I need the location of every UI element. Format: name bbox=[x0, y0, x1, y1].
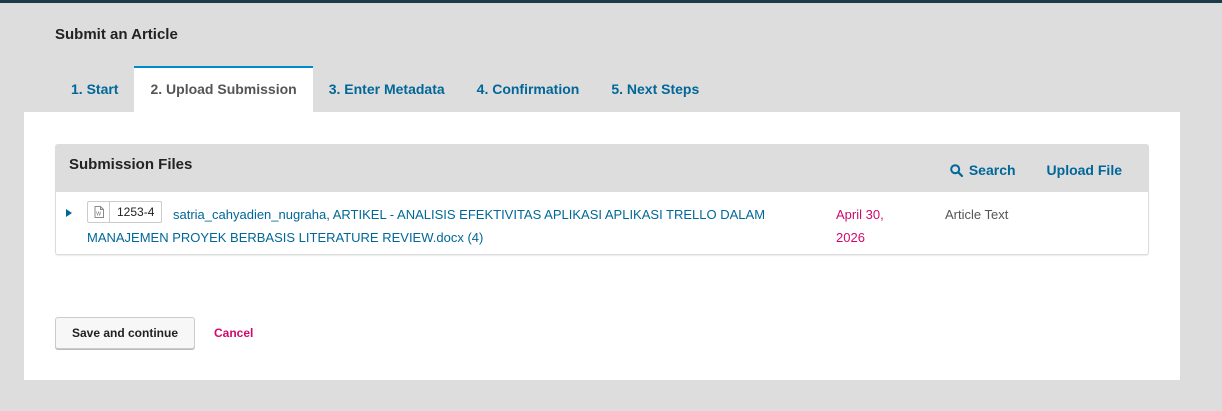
tab-start[interactable]: 1. Start bbox=[55, 66, 134, 112]
grid-title: Submission Files bbox=[69, 156, 193, 173]
search-label: Search bbox=[968, 162, 1016, 178]
expand-row-icon[interactable] bbox=[66, 209, 72, 217]
search-icon bbox=[950, 163, 963, 177]
file-name-link[interactable]: satria_cahyadien_nugraha, ARTIKEL - ANAL… bbox=[87, 203, 807, 249]
tab-next-steps[interactable]: 5. Next Steps bbox=[595, 66, 715, 112]
word-document-icon: W bbox=[88, 202, 110, 222]
table-row: satria_cahyadien_nugraha, ARTIKEL - ANAL… bbox=[56, 192, 1148, 255]
file-date: April 30, 2026 bbox=[836, 207, 884, 245]
cancel-link[interactable]: Cancel bbox=[214, 326, 253, 340]
tab-upload-submission[interactable]: 2. Upload Submission bbox=[134, 66, 313, 112]
tab-enter-metadata[interactable]: 3. Enter Metadata bbox=[313, 66, 461, 112]
file-id: 1253-4 bbox=[117, 205, 155, 219]
grid-actions: Search Upload File bbox=[919, 162, 1122, 178]
tab-confirmation[interactable]: 4. Confirmation bbox=[461, 66, 596, 112]
save-and-continue-button[interactable]: Save and continue bbox=[55, 317, 195, 349]
tab-panel: Submission Files Search Upload File satr… bbox=[24, 112, 1180, 380]
svg-text:W: W bbox=[96, 212, 101, 218]
upload-file-button[interactable]: Upload File bbox=[1047, 162, 1122, 178]
file-badge: W 1253-4 bbox=[87, 201, 163, 223]
search-button[interactable]: Search bbox=[950, 162, 1016, 178]
top-bar bbox=[0, 0, 1222, 3]
submission-files-grid: Submission Files Search Upload File satr… bbox=[55, 144, 1149, 255]
grid-header: Submission Files Search Upload File bbox=[56, 145, 1148, 192]
wizard-tabs: 1. Start 2. Upload Submission 3. Enter M… bbox=[55, 66, 715, 112]
page-title: Submit an Article bbox=[55, 26, 178, 43]
file-genre: Article Text bbox=[945, 207, 1009, 222]
